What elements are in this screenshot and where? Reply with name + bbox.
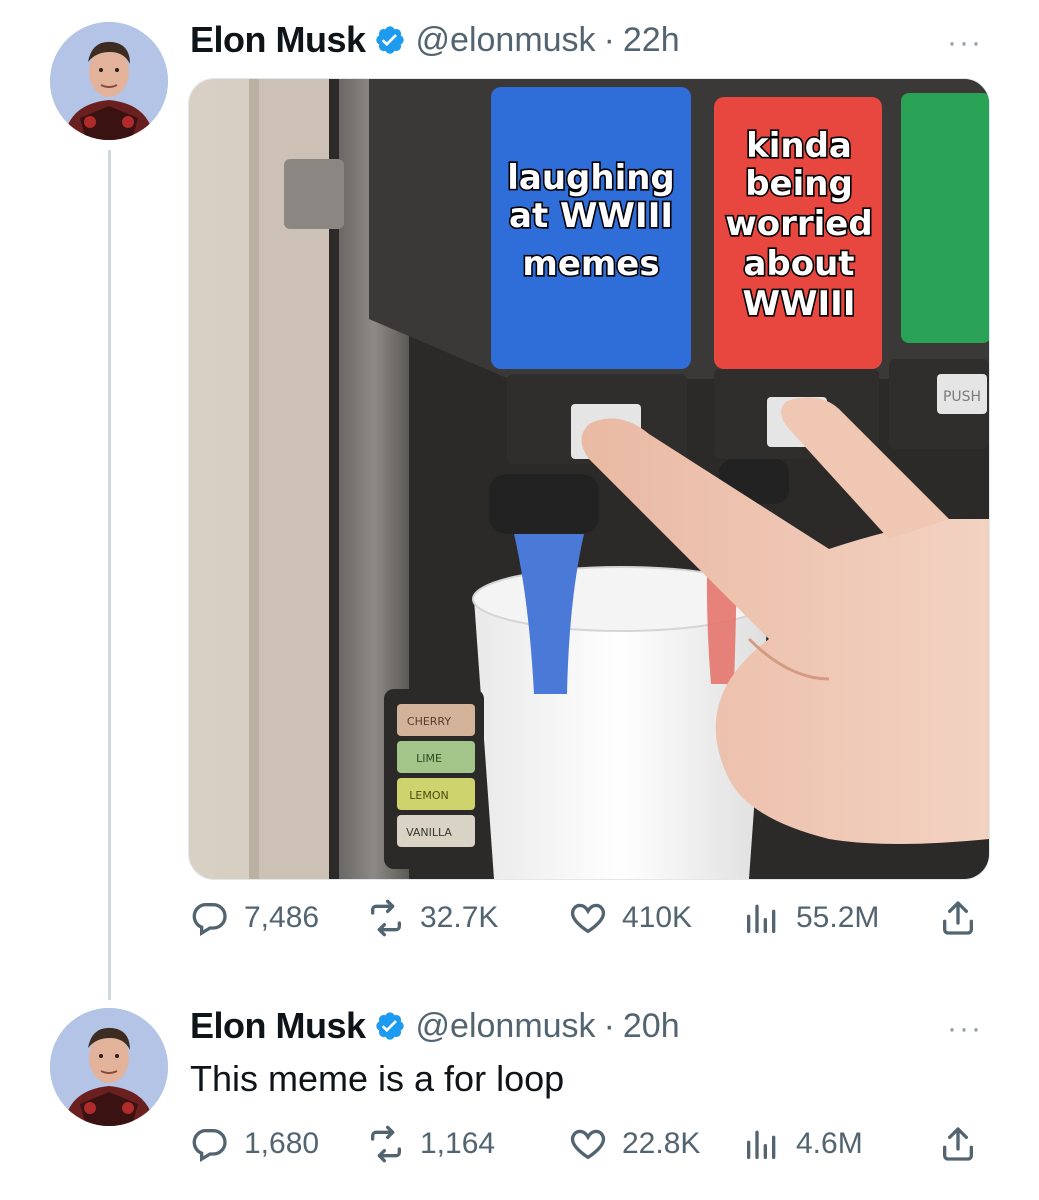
views-button[interactable]: 55.2M xyxy=(742,898,879,938)
retweet-button[interactable]: 32.7K xyxy=(366,898,498,938)
tweet-timestamp[interactable]: 22h xyxy=(623,21,680,60)
like-button[interactable]: 22.8K xyxy=(568,1124,700,1164)
views-count: 4.6M xyxy=(796,1127,863,1160)
tweet-header: Elon Musk @elonmusk · 20h xyxy=(190,1004,680,1048)
verified-icon xyxy=(374,24,406,56)
like-button[interactable]: 410K xyxy=(568,898,692,938)
separator-dot: · xyxy=(603,20,615,59)
verified-icon xyxy=(374,1010,406,1042)
like-count: 410K xyxy=(622,901,693,934)
tweet-media-image[interactable]: PUSH CHERRY LIME LEMON VANILLA laughing … xyxy=(188,78,990,880)
red-label-line-1: kinda xyxy=(746,126,852,166)
tweet-timestamp[interactable]: 20h xyxy=(623,1007,680,1046)
author-handle[interactable]: @elonmusk xyxy=(416,21,596,60)
reply-button[interactable]: 7,486 xyxy=(190,898,319,938)
share-button[interactable] xyxy=(938,1124,978,1164)
flavor-lime: LIME xyxy=(416,752,442,765)
like-icon xyxy=(568,898,608,938)
author-handle[interactable]: @elonmusk xyxy=(416,1007,596,1046)
retweet-count: 32.7K xyxy=(420,901,499,934)
reply-button[interactable]: 1,680 xyxy=(190,1124,319,1164)
reply-icon xyxy=(190,898,230,938)
soda-dispenser-meme-image: PUSH CHERRY LIME LEMON VANILLA laughing … xyxy=(189,79,989,879)
views-button[interactable]: 4.6M xyxy=(742,1124,863,1164)
tweet-actions: 1,680 1,164 22.8K 4.6M xyxy=(190,1124,990,1168)
retweet-count: 1,164 xyxy=(420,1127,496,1160)
retweet-icon xyxy=(366,898,406,938)
blue-label-line-2: at WWIII xyxy=(509,196,673,236)
retweet-button[interactable]: 1,164 xyxy=(366,1124,495,1164)
more-icon[interactable]: ··· xyxy=(947,28,983,58)
views-icon xyxy=(742,898,782,938)
flavor-vanilla: VANILLA xyxy=(406,826,452,839)
blue-label-line-1: laughing xyxy=(507,158,675,198)
share-icon xyxy=(938,1124,978,1164)
like-count: 22.8K xyxy=(622,1127,701,1160)
red-label-line-4: about xyxy=(743,244,854,284)
thread-connector-line xyxy=(108,150,111,1000)
red-label-line-5: WWIII xyxy=(743,284,856,324)
author-name[interactable]: Elon Musk xyxy=(190,19,366,61)
more-icon[interactable]: ··· xyxy=(947,1014,983,1044)
share-button[interactable] xyxy=(938,898,978,938)
author-name[interactable]: Elon Musk xyxy=(190,1005,366,1047)
flavor-cherry: CHERRY xyxy=(407,715,451,728)
avatar[interactable] xyxy=(50,1008,168,1126)
flavor-lemon: LEMON xyxy=(409,789,448,802)
like-icon xyxy=(568,1124,608,1164)
tweet-actions: 7,486 32.7K 410K 55.2M xyxy=(190,898,990,942)
blue-label-line-3: memes xyxy=(522,244,659,284)
views-count: 55.2M xyxy=(796,901,880,934)
retweet-icon xyxy=(366,1124,406,1164)
red-label-line-2: being xyxy=(745,164,853,204)
red-label-line-3: worried xyxy=(725,204,872,244)
tweet-header: Elon Musk @elonmusk · 22h xyxy=(190,18,680,62)
share-icon xyxy=(938,898,978,938)
reply-icon xyxy=(190,1124,230,1164)
avatar[interactable] xyxy=(50,22,168,140)
reply-count: 7,486 xyxy=(244,901,320,934)
views-icon xyxy=(742,1124,782,1164)
tweet-text: This meme is a for loop xyxy=(190,1058,565,1099)
reply-count: 1,680 xyxy=(244,1127,320,1160)
push-label: PUSH xyxy=(943,389,981,405)
separator-dot: · xyxy=(603,1006,615,1045)
